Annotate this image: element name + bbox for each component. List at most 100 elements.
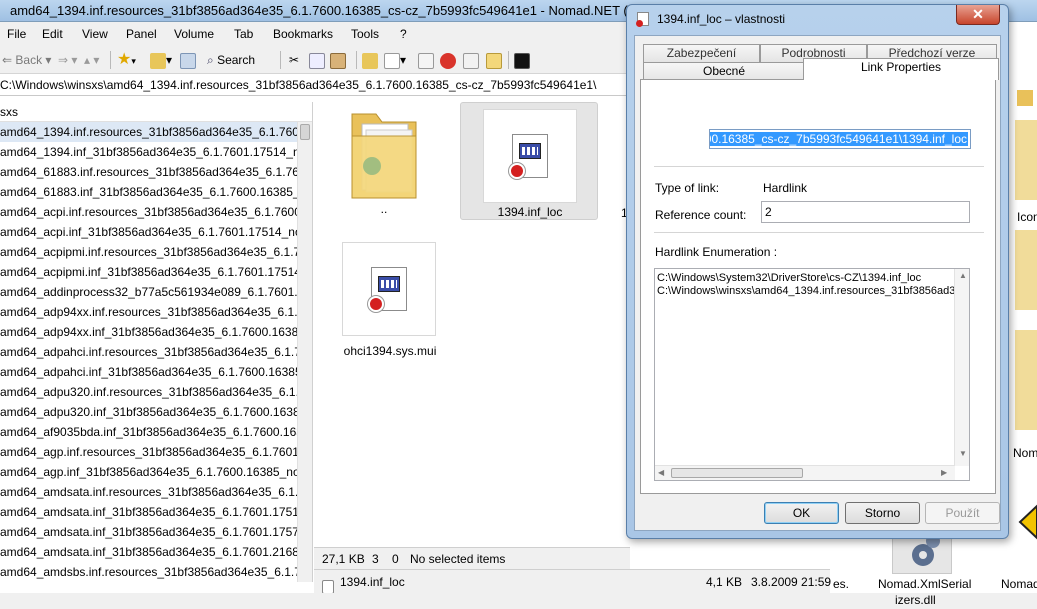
tree-item[interactable]: amd64_61883.inf.resources_31bf3856ad364e…: [0, 162, 298, 182]
new-file-icon[interactable]: ▾: [384, 51, 406, 69]
tree-item[interactable]: amd64_agp.inf.resources_31bf3856ad364e35…: [0, 442, 298, 462]
tab-link-properties[interactable]: Link Properties: [803, 58, 999, 80]
tree-item[interactable]: amd64_agp.inf_31bf3856ad364e35_6.1.7600.…: [0, 462, 298, 482]
menu-tools[interactable]: Tools: [351, 27, 379, 41]
bg-file-label[interactable]: izers.dll: [895, 593, 936, 607]
status-file-size: 4,1 KB: [706, 575, 743, 589]
scroll-down-icon[interactable]: ▼: [959, 449, 967, 458]
scroll-left-icon[interactable]: ◀: [658, 468, 664, 477]
tree-item[interactable]: amd64_addinprocess32_b77a5c561934e089_6.…: [0, 282, 298, 302]
close-icon: ✕: [972, 6, 984, 22]
scrollbar-thumb[interactable]: [300, 124, 310, 140]
menu-panel[interactable]: Panel: [126, 27, 157, 41]
file-item[interactable]: ohci1394.sys.mui: [342, 242, 438, 358]
tree-item[interactable]: amd64_af9035bda.inf_31bf3856ad364e35_6.1…: [0, 422, 298, 442]
console-icon[interactable]: [514, 51, 530, 69]
scroll-right-icon[interactable]: ▶: [941, 468, 947, 477]
back-button[interactable]: ⇐ Back ▾: [2, 51, 51, 69]
tree-item[interactable]: amd64_1394.inf_31bf3856ad364e35_6.1.7601…: [0, 142, 298, 162]
hardlink-list-item[interactable]: C:\Windows\winsxs\amd64_1394.inf.resourc…: [657, 285, 955, 298]
status-current-file: 1394.inf_loc: [340, 575, 405, 589]
tree-item[interactable]: amd64_amdsata.inf_31bf3856ad364e35_6.1.7…: [0, 502, 298, 522]
folder-icon: [1017, 90, 1033, 106]
menu-help[interactable]: ?: [400, 27, 407, 41]
tree-item[interactable]: amd64_adpu320.inf_31bf3856ad364e35_6.1.7…: [0, 402, 298, 422]
rename-icon[interactable]: [486, 51, 502, 69]
tree-item[interactable]: amd64_amdsbs.inf.resources_31bf3856ad364…: [0, 562, 298, 582]
bg-file-label[interactable]: es.: [833, 577, 849, 591]
tree-item[interactable]: amd64_acpipmi.inf_31bf3856ad364e35_6.1.7…: [0, 262, 298, 282]
menu-file[interactable]: File: [7, 27, 26, 41]
cut-icon[interactable]: ✂: [289, 51, 299, 69]
hardlink-list[interactable]: C:\Windows\System32\DriverStore\cs-CZ\13…: [654, 268, 970, 481]
new-folder-icon[interactable]: [362, 51, 378, 69]
tree-item[interactable]: amd64_acpi.inf.resources_31bf3856ad364e3…: [0, 202, 298, 222]
tree-scrollbar[interactable]: [297, 122, 312, 582]
main-window-title: amd64_1394.inf.resources_31bf3856ad364e3…: [10, 3, 709, 18]
menu-edit[interactable]: Edit: [42, 27, 63, 41]
paste-icon[interactable]: [330, 51, 346, 69]
folder-icon: [1015, 120, 1037, 200]
bg-file-label[interactable]: Icon: [1017, 210, 1037, 224]
inf-file-icon: [509, 134, 548, 179]
cancel-button[interactable]: Storno: [845, 502, 920, 524]
scrollbar-thumb[interactable]: [671, 468, 803, 478]
forward-button[interactable]: ⇒ ▾: [58, 51, 77, 69]
file-item-selected[interactable]: 1394.inf_loc: [460, 102, 598, 220]
apply-button[interactable]: Použít: [925, 502, 1000, 524]
bg-file-label[interactable]: Nomad: [1013, 446, 1037, 460]
delete-icon[interactable]: [440, 51, 456, 69]
file-item-label: ..: [380, 202, 388, 216]
copy-icon[interactable]: [309, 51, 325, 69]
status-count: 3: [372, 552, 379, 566]
menu-bookmarks[interactable]: Bookmarks: [273, 27, 333, 41]
hardlink-list-item[interactable]: C:\Windows\System32\DriverStore\cs-CZ\13…: [657, 272, 921, 285]
pane-icon[interactable]: [180, 51, 196, 69]
tree-item[interactable]: amd64_1394.inf.resources_31bf3856ad364e3…: [0, 122, 298, 142]
file-item-parent[interactable]: ..: [326, 104, 442, 220]
folder-go-icon[interactable]: ▾: [150, 51, 172, 69]
warning-sign-icon: [1018, 502, 1037, 542]
bg-file-label[interactable]: Nomad: [1001, 577, 1037, 591]
back-label: Back: [15, 53, 43, 67]
close-button[interactable]: ✕: [956, 5, 1000, 25]
tree-header: sxs: [0, 102, 312, 122]
tree-item[interactable]: amd64_adp94xx.inf.resources_31bf3856ad36…: [0, 302, 298, 322]
address-bar[interactable]: C:\Windows\winsxs\amd64_1394.inf.resourc…: [0, 74, 630, 96]
tree-item[interactable]: amd64_amdsata.inf.resources_31bf3856ad36…: [0, 482, 298, 502]
list-vertical-scrollbar[interactable]: ▲ ▼: [954, 269, 969, 466]
star-icon[interactable]: ★▾: [117, 51, 136, 69]
toolbar-separator: [280, 51, 281, 69]
bg-file-label[interactable]: Nomad.XmlSerial: [878, 577, 971, 591]
list-horizontal-scrollbar[interactable]: ◀ ▶: [655, 465, 955, 480]
tree-item[interactable]: amd64_adpu320.inf.resources_31bf3856ad36…: [0, 382, 298, 402]
tree-item[interactable]: amd64_acpipmi.inf.resources_31bf3856ad36…: [0, 242, 298, 262]
tree-item[interactable]: amd64_adpahci.inf.resources_31bf3856ad36…: [0, 342, 298, 362]
tab-zabezpeceni[interactable]: Zabezpečení: [643, 44, 760, 62]
folder-tree[interactable]: sxs amd64_1394.inf.resources_31bf3856ad3…: [0, 102, 313, 582]
file-panel[interactable]: .. 1394.inf_loc ohci1394.sys.mui 1: [314, 102, 630, 547]
tree-item[interactable]: amd64_adpahci.inf_31bf3856ad364e35_6.1.7…: [0, 362, 298, 382]
menu-view[interactable]: View: [82, 27, 108, 41]
scroll-up-icon[interactable]: ▲: [959, 271, 967, 280]
tree-item[interactable]: amd64_amdsata.inf_31bf3856ad364e35_6.1.7…: [0, 542, 298, 562]
search-button[interactable]: ⌕ Search: [207, 51, 255, 69]
folder-icon: [1015, 230, 1037, 310]
up-button[interactable]: ▴ ▾: [84, 51, 99, 69]
search-label: Search: [217, 53, 256, 67]
menu-tab[interactable]: Tab: [234, 27, 253, 41]
link-path-field[interactable]: .7600.16385_cs-cz_7b5993fc549641e1\1394.…: [709, 129, 971, 149]
search-icon: ⌕: [207, 53, 214, 67]
address-path: C:\Windows\winsxs\amd64_1394.inf.resourc…: [0, 78, 597, 92]
copy-to-icon[interactable]: [418, 51, 434, 69]
tree-item[interactable]: amd64_acpi.inf_31bf3856ad364e35_6.1.7601…: [0, 222, 298, 242]
tree-item[interactable]: amd64_61883.inf_31bf3856ad364e35_6.1.760…: [0, 182, 298, 202]
properties-icon[interactable]: [463, 51, 479, 69]
mui-file-icon: [368, 267, 407, 312]
ok-button[interactable]: OK: [764, 502, 839, 524]
reference-count-field[interactable]: 2: [761, 201, 970, 223]
tree-item[interactable]: amd64_adp94xx.inf_31bf3856ad364e35_6.1.7…: [0, 322, 298, 342]
status-selection-text: No selected items: [410, 552, 506, 566]
tree-item[interactable]: amd64_amdsata.inf_31bf3856ad364e35_6.1.7…: [0, 522, 298, 542]
menu-volume[interactable]: Volume: [174, 27, 214, 41]
